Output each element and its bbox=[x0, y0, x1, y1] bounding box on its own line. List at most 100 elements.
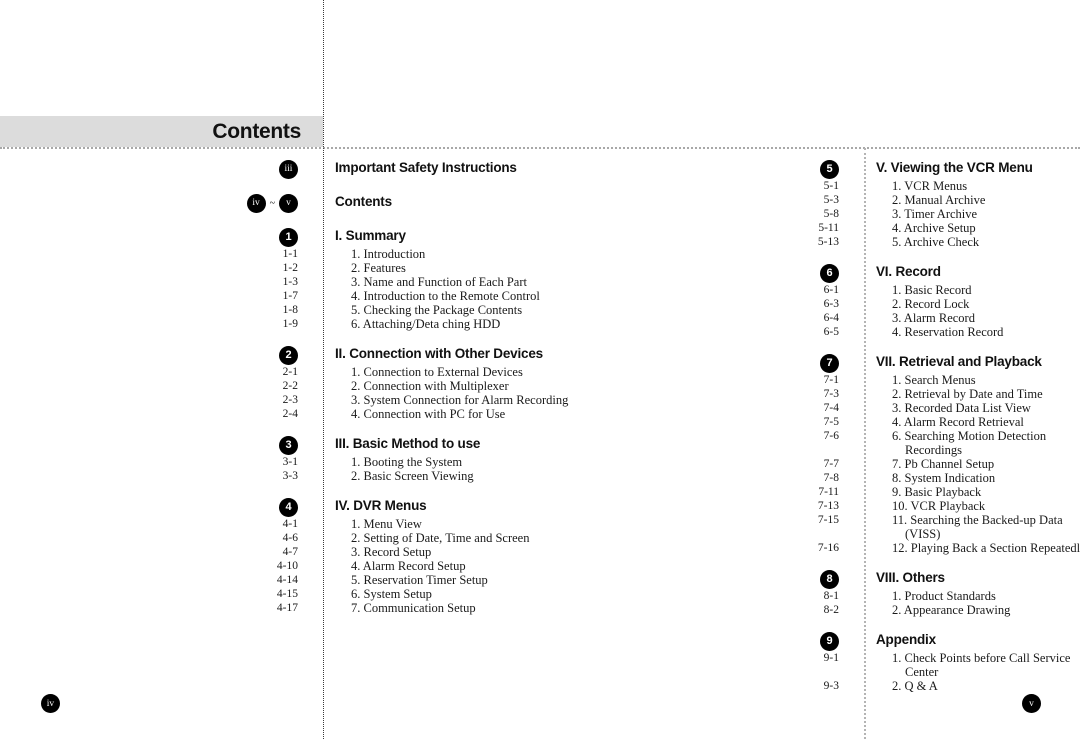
toc-entry-page: 5-3 bbox=[823, 194, 839, 206]
toc-entry-page: 5-13 bbox=[817, 236, 839, 248]
toc-entry-page: 5-8 bbox=[823, 208, 839, 220]
toc-entry-label: 3. Recorded Data List View bbox=[892, 401, 1031, 415]
toc-entry-label: 12. Playing Back a Section Repeatedly bbox=[892, 541, 1080, 555]
toc-entry[interactable]: 7-15 11. Searching the Backed-up Data bbox=[541, 513, 1063, 527]
toc-entry[interactable]: 7-6 6. Searching Motion Detection bbox=[541, 429, 1046, 443]
toc-entry-label: 4. Alarm Record Retrieval bbox=[892, 415, 1024, 429]
toc-entry[interactable]: 6-1 1. Basic Record bbox=[541, 283, 972, 297]
toc-entry[interactable]: 1-8 5. Checking the Package Contents bbox=[0, 303, 523, 317]
toc-section-heading[interactable]: 3 III. Basic Method to use bbox=[0, 436, 480, 455]
toc-entry-label: 4. Archive Setup bbox=[892, 221, 976, 235]
toc-entry[interactable]: 4-14 5. Reservation Timer Setup bbox=[0, 573, 488, 587]
toc-entry-label: Center bbox=[905, 665, 939, 679]
toc-entry-page: 6-4 bbox=[823, 312, 839, 324]
toc-entry[interactable]: 7-4 3. Recorded Data List View bbox=[541, 401, 1031, 415]
toc-section-heading[interactable]: 7 VII. Retrieval and Playback bbox=[541, 354, 1042, 373]
toc-entry-label: 2. Basic Screen Viewing bbox=[351, 469, 474, 483]
toc-entry-page: 7-7 bbox=[823, 458, 839, 470]
toc-entry[interactable]: 6-3 2. Record Lock bbox=[541, 297, 970, 311]
toc-entry[interactable]: 1-3 3. Name and Function of Each Part bbox=[0, 275, 527, 289]
badge-gutter: 5 bbox=[541, 160, 864, 179]
toc-entry[interactable]: 1-2 2. Features bbox=[0, 261, 406, 275]
toc-entry[interactable]: 4-6 2. Setting of Date, Time and Screen bbox=[0, 531, 530, 545]
badge-gutter: iii bbox=[0, 160, 323, 179]
toc-front-matter-row[interactable]: iv ~ v Contents bbox=[0, 194, 392, 213]
toc-entry[interactable]: 5-13 5. Archive Check bbox=[541, 235, 979, 249]
toc-entry[interactable]: 6-4 3. Alarm Record bbox=[541, 311, 975, 325]
toc-entry[interactable]: 4-1 1. Menu View bbox=[0, 517, 422, 531]
toc-entry[interactable]: 9-3 2. Q & A bbox=[541, 679, 938, 693]
toc-entry-label: 1. Check Points before Call Service bbox=[892, 651, 1071, 665]
toc-entry[interactable]: 1-7 4. Introduction to the Remote Control bbox=[0, 289, 540, 303]
toc-section-heading[interactable]: 1 I. Summary bbox=[0, 228, 406, 247]
toc-entry[interactable]: 8-2 2. Appearance Drawing bbox=[541, 603, 1011, 617]
toc-entry[interactable]: 4-10 4. Alarm Record Setup bbox=[0, 559, 466, 573]
toc-entry-page: 7-16 bbox=[817, 542, 839, 554]
toc-entry-page: 7-5 bbox=[823, 416, 839, 428]
toc-entry[interactable]: 7-16 12. Playing Back a Section Repeatedl… bbox=[541, 541, 1080, 555]
toc-section-heading[interactable]: 4 IV. DVR Menus bbox=[0, 498, 427, 517]
toc-entry-page: 1-8 bbox=[282, 304, 298, 316]
toc-entry-page: 2-4 bbox=[282, 408, 298, 420]
toc-section-heading[interactable]: 8 VIII. Others bbox=[541, 570, 945, 589]
toc-entry[interactable]: Recordings bbox=[541, 443, 962, 457]
toc-entry[interactable]: 7-1 1. Search Menus bbox=[541, 373, 976, 387]
toc-entry[interactable]: 4-7 3. Record Setup bbox=[0, 545, 432, 559]
toc-section-heading[interactable]: 9 Appendix bbox=[541, 632, 936, 651]
toc-entry-label: 2. Manual Archive bbox=[892, 193, 986, 207]
toc-entry-page: 4-6 bbox=[282, 532, 298, 544]
toc-entry[interactable]: 7-3 2. Retrieval by Date and Time bbox=[541, 387, 1043, 401]
section-badge: iv bbox=[246, 194, 266, 213]
toc-entry[interactable]: 2-3 3. System Connection for Alarm Record… bbox=[0, 393, 569, 407]
toc-entry-label: 1. Menu View bbox=[351, 517, 422, 531]
toc-entry-label: 1. Booting the System bbox=[351, 455, 463, 469]
toc-entry[interactable]: 7-11 9. Basic Playback bbox=[541, 485, 981, 499]
toc-entry[interactable]: 5-8 3. Timer Archive bbox=[541, 207, 977, 221]
toc-section-title: VI. Record bbox=[876, 264, 941, 279]
toc-entry[interactable]: 4-17 7. Communication Setup bbox=[0, 601, 476, 615]
toc-entry-page: 4-10 bbox=[276, 560, 298, 572]
toc-section-heading[interactable]: 5 V. Viewing the VCR Menu bbox=[541, 160, 1033, 179]
toc-front-matter-row[interactable]: iii Important Safety Instructions bbox=[0, 160, 517, 179]
toc-entry[interactable]: 3-3 2. Basic Screen Viewing bbox=[0, 469, 474, 483]
toc-entry[interactable]: Center bbox=[541, 665, 938, 679]
toc-entry[interactable]: 7-8 8. System Indication bbox=[541, 471, 995, 485]
toc-section-heading[interactable]: 6 VI. Record bbox=[541, 264, 941, 283]
toc-entry[interactable]: 7-7 7. Pb Channel Setup bbox=[541, 457, 994, 471]
section-badge: 4 bbox=[279, 498, 298, 517]
toc-entry-page: 7-13 bbox=[817, 500, 839, 512]
toc-entry[interactable]: 1-1 1. Introduction bbox=[0, 247, 426, 261]
toc-entry[interactable]: 4-15 6. System Setup bbox=[0, 587, 432, 601]
toc-entry-page: 4-1 bbox=[282, 518, 298, 530]
toc-section-heading[interactable]: 2 II. Connection with Other Devices bbox=[0, 346, 543, 365]
toc-entry[interactable]: 2-1 1. Connection to External Devices bbox=[0, 365, 523, 379]
section-badge: 2 bbox=[279, 346, 298, 365]
toc-entry[interactable]: 7-13 10. VCR Playback bbox=[541, 499, 985, 513]
contents-header-band: Contents bbox=[0, 116, 323, 147]
toc-entry[interactable]: 5-11 4. Archive Setup bbox=[541, 221, 975, 235]
toc-entry[interactable]: 5-3 2. Manual Archive bbox=[541, 193, 986, 207]
toc-entry[interactable]: 6-5 4. Reservation Record bbox=[541, 325, 1004, 339]
toc-entry[interactable]: 9-1 1. Check Points before Call Service bbox=[541, 651, 1071, 665]
toc-entry-page: 1-1 bbox=[282, 248, 298, 260]
toc-entry[interactable]: 1-9 6. Attaching/Deta ching HDD bbox=[0, 317, 501, 331]
toc-entry[interactable]: 3-1 1. Booting the System bbox=[0, 455, 462, 469]
toc-entry[interactable]: 2-2 2. Connection with Multiplexer bbox=[0, 379, 509, 393]
toc-entry-page: 2-3 bbox=[282, 394, 298, 406]
toc-entry-page: 4-14 bbox=[276, 574, 298, 586]
toc-entry[interactable]: 7-5 4. Alarm Record Retrieval bbox=[541, 415, 1024, 429]
toc-entry[interactable]: 8-1 1. Product Standards bbox=[541, 589, 996, 603]
toc-entry[interactable]: 5-1 1. VCR Menus bbox=[541, 179, 967, 193]
toc-entry-page: 4-17 bbox=[276, 602, 298, 614]
toc-entry-label: 7. Communication Setup bbox=[351, 601, 476, 615]
toc-entry-label: 1. Basic Record bbox=[892, 283, 972, 297]
toc-entry[interactable]: 2-4 4. Connection with PC for Use bbox=[0, 407, 506, 421]
toc-entry-label: 2. Appearance Drawing bbox=[892, 603, 1011, 617]
toc-entry[interactable]: (VISS) bbox=[541, 527, 940, 541]
